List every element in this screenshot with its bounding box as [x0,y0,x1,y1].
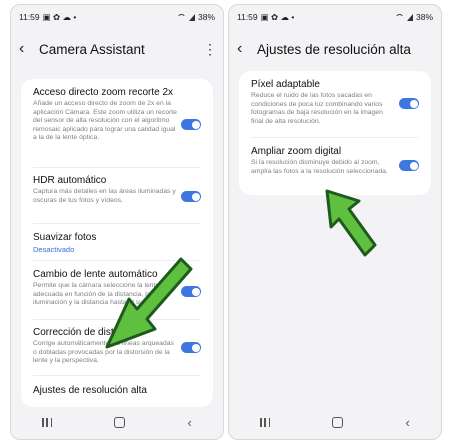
setting-high-resolution[interactable]: Ajustes de resolución alta [33,385,177,396]
more-options-icon[interactable]: ⋮ [203,41,217,58]
adaptive-pixel-toggle[interactable] [399,98,419,109]
setting-title: Ajustes de resolución alta [33,385,147,396]
recents-icon[interactable] [260,417,271,427]
status-bar: 11:59 ▣ ✿ ☁ • 38% [19,11,215,23]
green-arrow-annotation [105,257,193,349]
setting-description: Reduce el ruido de las fotos sacadas en … [251,92,383,125]
setting-description: Añade un acceso directo de zoom de 2x en… [33,100,177,142]
setting-title: Ampliar zoom digital [251,146,342,157]
navigation-bar: ‹ [229,409,441,435]
setting-title: Suavizar fotos [33,232,97,243]
extend-zoom-toggle[interactable] [399,160,419,171]
notification-icons: ▣ ✿ ☁ • [260,11,295,22]
setting-title: HDR automático [33,175,107,186]
divider [33,223,201,224]
wifi-icon [176,13,186,21]
signal-icon [188,13,195,21]
page-title: Ajustes de resolución alta [257,41,411,57]
notification-icons: ▣ ✿ ☁ • [42,11,77,22]
divider [33,375,201,376]
battery-level: 38% [415,12,433,22]
setting-title: Acceso directo zoom recorte 2x [33,87,174,98]
app-header: ‹ Ajustes de resolución alta [237,37,433,61]
back-icon[interactable]: ‹ [19,41,39,57]
setting-extend-digital-zoom[interactable]: Ampliar zoom digital Si la resolución di… [251,146,395,176]
signal-icon [406,13,413,21]
home-icon[interactable] [114,416,126,428]
setting-hdr-auto[interactable]: HDR automático Captura más detalles en l… [33,175,177,205]
wifi-icon [394,13,404,21]
setting-description: Si la resolución disminuye debido al zoo… [251,159,388,175]
nav-back-icon[interactable]: ‹ [406,416,410,429]
settings-card: Píxel adaptable Reduce el ruido de las f… [239,71,431,195]
app-header: ‹ Camera Assistant ⋮ [19,37,217,61]
phone-screen-high-resolution: 11:59 ▣ ✿ ☁ • 38% ‹ Ajustes de resolució… [228,4,442,440]
phone-screen-camera-assistant: 11:59 ▣ ✿ ☁ • 38% ‹ Camera Assistant ⋮ A… [10,4,224,440]
navigation-bar: ‹ [11,409,223,435]
recents-icon[interactable] [42,417,53,427]
status-time: 11:59 [237,12,258,22]
setting-zoom-crop-2x[interactable]: Acceso directo zoom recorte 2x Añade un … [33,87,177,143]
divider [251,137,419,138]
setting-adaptive-pixel[interactable]: Píxel adaptable Reduce el ruido de las f… [251,79,395,126]
settings-card: Acceso directo zoom recorte 2x Añade un … [21,79,213,407]
page-title: Camera Assistant [39,41,145,57]
divider [33,167,201,168]
nav-back-icon[interactable]: ‹ [188,416,192,429]
status-bar: 11:59 ▣ ✿ ☁ • 38% [237,11,433,23]
battery-level: 38% [197,12,215,22]
setting-description: Captura más detalles en las áreas ilumin… [33,188,176,204]
hdr-toggle[interactable] [181,191,201,202]
back-icon[interactable]: ‹ [237,41,257,57]
home-icon[interactable] [332,416,344,428]
status-time: 11:59 [19,12,40,22]
green-arrow-annotation [325,189,377,257]
zoom-crop-toggle[interactable] [181,119,201,130]
setting-title: Píxel adaptable [251,79,320,90]
